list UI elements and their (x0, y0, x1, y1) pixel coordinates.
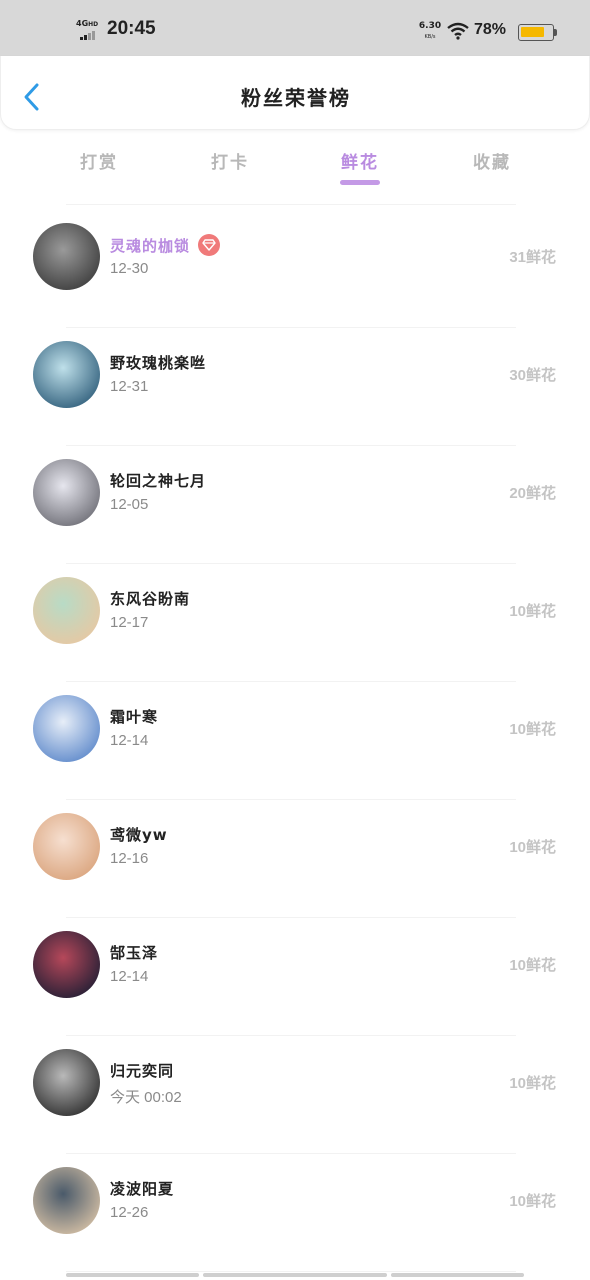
tab-favorites[interactable]: 收藏 (452, 148, 532, 173)
fan-date: 12-26 (110, 1204, 149, 1221)
fan-date: 12-30 (110, 260, 149, 277)
fan-name: 野玫瑰桃楽咝 (110, 354, 207, 372)
name-group: 霜叶寒 (110, 706, 158, 727)
list-item[interactable]: 霜叶寒 12-14 10鲜花 (0, 682, 590, 800)
fan-name: 轮回之神七月 (110, 472, 207, 490)
fan-name: 灵魂的枷锁 (110, 236, 191, 255)
flower-count: 10鲜花 (509, 1193, 556, 1210)
network-indicator: 4GHD (76, 19, 99, 29)
tab-bar: 打赏 打卡 鲜花 收藏 (0, 140, 590, 190)
battery-tip (554, 29, 557, 36)
signal-icon (80, 31, 95, 40)
divider (66, 204, 516, 205)
list-item[interactable]: 凌波阳夏 12-26 10鲜花 (0, 1154, 590, 1272)
flower-count: 10鲜花 (509, 721, 556, 738)
fan-date: 12-05 (110, 496, 149, 513)
fan-name: 郜玉泽 (110, 944, 159, 962)
fan-name: 霜叶寒 (110, 708, 159, 726)
fan-date: 12-17 (110, 614, 149, 631)
fan-date: 12-14 (110, 732, 149, 749)
network-speed: 6.30 (418, 21, 442, 31)
tab-reward[interactable]: 打赏 (59, 148, 139, 173)
avatar[interactable] (33, 931, 100, 998)
fan-date: 今天 00:02 (110, 1089, 182, 1106)
name-group: 灵魂的枷锁 (110, 234, 221, 256)
avatar[interactable] (33, 341, 100, 408)
fan-name: 东风谷盼南 (110, 590, 191, 608)
name-group: 鸢微yw (110, 824, 168, 845)
list-item[interactable]: 归元奕同今天 00:02 10鲜花 (0, 1036, 590, 1154)
avatar[interactable] (33, 577, 100, 644)
tab-flowers[interactable]: 鲜花 (320, 148, 400, 173)
fan-date: 12-31 (110, 378, 149, 395)
avatar[interactable] (33, 695, 100, 762)
list-item[interactable]: 野玫瑰桃楽咝 12-31 30鲜花 (0, 328, 590, 446)
active-tab-indicator (340, 180, 380, 185)
header: 粉丝荣誉榜 (0, 56, 590, 130)
name-group: 凌波阳夏 (110, 1178, 174, 1199)
list-item[interactable]: 鸢微yw 12-16 10鲜花 (0, 800, 590, 918)
wifi-icon (447, 22, 469, 40)
fan-name: 鸢微yw (110, 826, 168, 844)
page-title: 粉丝荣誉榜 (241, 86, 351, 110)
clock: 20:45 (107, 18, 156, 39)
avatar[interactable] (33, 1049, 100, 1116)
flower-count: 10鲜花 (509, 957, 556, 974)
battery-level (521, 27, 544, 37)
list-item[interactable]: 东风谷盼南 12-17 10鲜花 (0, 564, 590, 682)
fan-name: 归元奕同 (110, 1062, 175, 1080)
avatar[interactable] (33, 1167, 100, 1234)
avatar[interactable] (33, 459, 100, 526)
flower-count: 20鲜花 (509, 485, 556, 502)
name-group: 轮回之神七月 (110, 470, 206, 491)
list-item[interactable]: 郜玉泽 12-14 10鲜花 (0, 918, 590, 1036)
diamond-icon (198, 234, 221, 256)
list-item[interactable]: 灵魂的枷锁 12-30 31鲜花 (0, 210, 590, 328)
name-group: 郜玉泽 (110, 942, 158, 963)
flower-count: 10鲜花 (509, 839, 556, 856)
flower-count: 31鲜花 (509, 249, 556, 266)
fan-name: 凌波阳夏 (110, 1180, 175, 1198)
fan-date: 12-16 (110, 850, 149, 867)
flower-count: 10鲜花 (509, 1075, 556, 1092)
network-speed-unit: KB/s (424, 34, 436, 40)
flower-count: 30鲜花 (509, 367, 556, 384)
name-group: 野玫瑰桃楽咝 (110, 352, 206, 373)
avatar[interactable] (33, 223, 100, 290)
divider (66, 1271, 516, 1272)
name-group: 东风谷盼南 (110, 588, 190, 609)
fan-date: 12-14 (110, 968, 149, 985)
battery-icon (518, 24, 554, 41)
status-bar: 4GHD 20:45 6.30 KB/s 78% (0, 0, 590, 56)
avatar[interactable] (33, 813, 100, 880)
name-group: 归元奕同 (110, 1060, 174, 1081)
battery-percent: 78% (474, 21, 507, 38)
flower-count: 10鲜花 (509, 603, 556, 620)
tab-checkin[interactable]: 打卡 (190, 148, 270, 173)
scroll-indicator (66, 1273, 526, 1278)
list-item[interactable]: 轮回之神七月 12-05 20鲜花 (0, 446, 590, 564)
